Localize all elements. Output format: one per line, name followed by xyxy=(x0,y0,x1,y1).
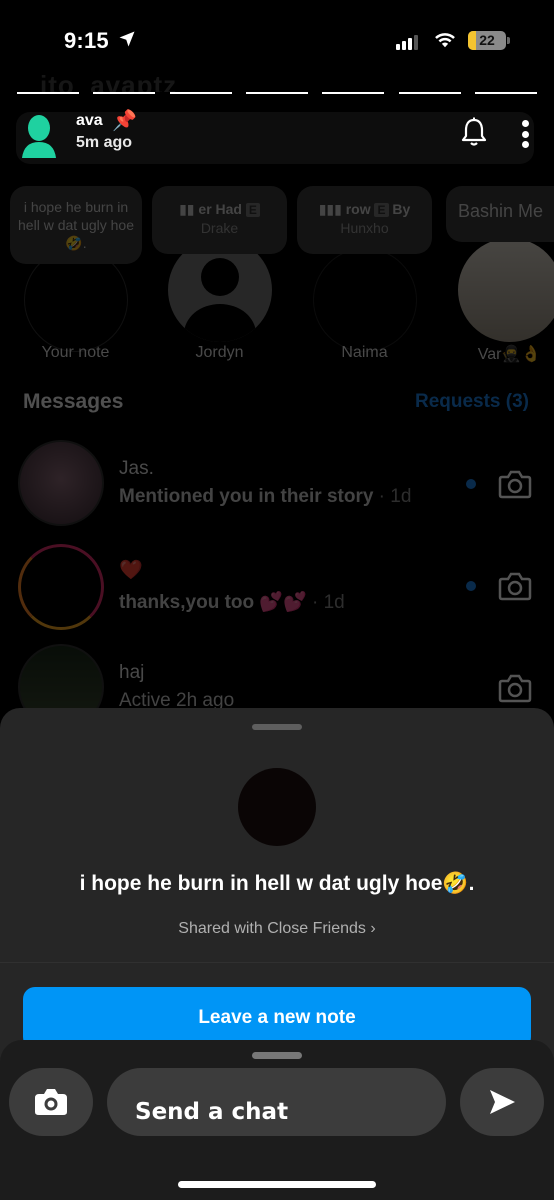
requests-link[interactable]: Requests (3) xyxy=(415,391,529,413)
note-label: Your note xyxy=(41,344,110,361)
profile-handle-title: ito_avaptz xyxy=(40,70,178,92)
status-bar: 9:15 22 xyxy=(0,0,554,70)
ghost-avatar-icon[interactable] xyxy=(22,114,56,158)
battery-percent: 22 xyxy=(479,32,495,48)
messages-title: Messages xyxy=(23,390,124,413)
camera-icon[interactable] xyxy=(498,469,532,499)
note-label: Jordyn xyxy=(195,344,244,361)
music-icon: ▮▮▮ xyxy=(318,201,346,217)
message-avatar-story-ring xyxy=(18,544,104,630)
explicit-badge: E xyxy=(245,203,260,217)
pin-icon: 📌 xyxy=(112,110,137,132)
battery-indicator: 22 xyxy=(468,31,506,50)
note-avatar-photo xyxy=(458,238,554,342)
camera-button[interactable] xyxy=(9,1068,93,1136)
note-label: Naima xyxy=(341,344,388,361)
note-artist: Drake xyxy=(200,220,239,236)
message-row[interactable]: ❤️ thanks,you too 💕💕 · 1d xyxy=(0,540,554,640)
battery-tip xyxy=(507,37,510,44)
message-preview: thanks,you too 💕💕 · 1d xyxy=(119,592,345,613)
message-name: Jas. xyxy=(119,458,154,479)
note-bubble-music: ▮▮ er Had E Drake xyxy=(152,186,287,254)
message-avatar xyxy=(18,440,104,526)
bell-icon[interactable] xyxy=(460,117,488,147)
story-timestamp: 5m ago xyxy=(76,134,133,151)
home-indicator[interactable] xyxy=(178,1181,376,1188)
note-bubble: Bashin Me xyxy=(446,186,554,242)
message-row[interactable]: Jas. Mentioned you in their story · 1d xyxy=(0,438,554,538)
send-arrow-icon xyxy=(490,1090,515,1114)
note-bubble: i hope he burn in hell w dat ugly hoe🤣. xyxy=(10,186,142,264)
story-progress-lines xyxy=(17,92,537,94)
message-name: ❤️ xyxy=(119,560,143,581)
shared-with-close-friends-link[interactable]: Shared with Close Friends › xyxy=(0,920,554,938)
wifi-icon xyxy=(435,33,455,48)
notes-row: i hope he burn in hell w dat ugly hoe🤣. … xyxy=(0,186,554,376)
note-avatar xyxy=(313,248,417,352)
story-user-name[interactable]: ava xyxy=(76,112,103,130)
message-preview: Mentioned you in their story · 1d xyxy=(119,486,412,507)
camera-icon[interactable] xyxy=(498,673,532,703)
sheet-grabber[interactable] xyxy=(252,724,302,730)
camera-icon[interactable] xyxy=(498,571,532,601)
message-name: haj xyxy=(119,662,145,683)
chat-bar-grabber[interactable] xyxy=(252,1052,302,1059)
explicit-badge: E xyxy=(374,203,389,217)
sheet-avatar xyxy=(238,768,316,846)
location-arrow-icon xyxy=(119,31,135,47)
note-bubble-music: ▮▮▮ row E By Hunxho xyxy=(297,186,432,254)
note-label: Var🥷👌 xyxy=(477,346,542,363)
unread-dot xyxy=(466,581,476,591)
more-options-icon[interactable] xyxy=(520,120,530,148)
music-icon: ▮▮ xyxy=(179,201,199,217)
camera-icon xyxy=(35,1089,67,1115)
sheet-note-text: i hope he burn in hell w dat ugly hoe🤣. xyxy=(79,872,475,895)
unread-dot xyxy=(466,479,476,489)
send-button[interactable] xyxy=(460,1068,544,1136)
note-artist: Hunxho xyxy=(340,220,389,236)
send-chat-input[interactable] xyxy=(107,1068,446,1136)
sheet-divider xyxy=(0,962,554,963)
status-time: 9:15 xyxy=(64,28,109,53)
cellular-signal-icon xyxy=(396,34,418,50)
